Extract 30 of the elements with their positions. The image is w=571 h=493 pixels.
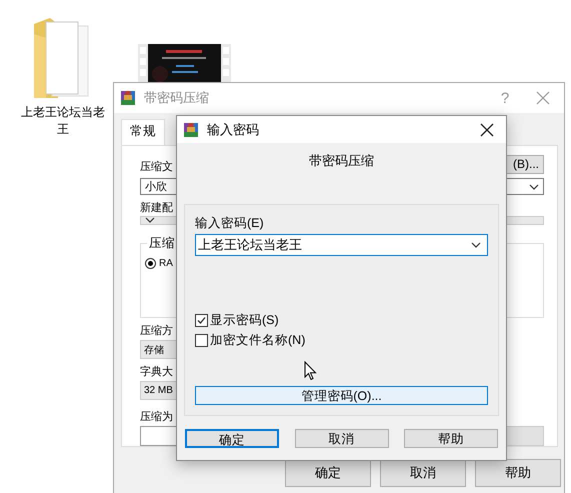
dialog-button[interactable]: 取消 [380, 459, 466, 487]
dialog-button[interactable]: 帮助 [404, 429, 498, 448]
checkbox[interactable] [195, 314, 208, 326]
dialog-button[interactable]: 帮助 [475, 459, 561, 487]
field-label: 压缩文 [140, 160, 173, 174]
dialog-heading: 带密码压缩 [308, 152, 375, 170]
dialog-button[interactable]: 确定 [185, 429, 279, 448]
password-field[interactable]: 上老王论坛当老王 [195, 234, 488, 256]
app-icon [183, 122, 199, 138]
manage-passwords-button[interactable]: 管理密码(O)... [195, 386, 488, 405]
field-label: 压缩为 [140, 410, 173, 424]
field-label: 压缩方 [140, 324, 173, 338]
cursor-icon [304, 361, 317, 381]
radio-label: RA [159, 258, 173, 269]
close-icon[interactable] [480, 122, 494, 136]
folder-label[interactable]: 上老王论坛当老王 [19, 104, 107, 138]
app-icon [120, 90, 136, 106]
field-label: 输入密码(E) [195, 215, 264, 232]
field-value: 小欣 [145, 180, 167, 194]
field-label: 字典大 [140, 365, 173, 379]
field-label: 新建配 [140, 201, 173, 215]
dialog-title: 输入密码 [207, 120, 260, 138]
tab[interactable]: 常规 [121, 119, 165, 145]
checkbox[interactable] [195, 334, 208, 346]
checkbox-label[interactable]: 显示密码(S) [210, 312, 279, 328]
checkbox-label[interactable]: 加密文件名称(N) [210, 332, 306, 348]
radio-button[interactable] [145, 258, 156, 269]
dialog-button[interactable]: 取消 [294, 429, 388, 448]
dialog-button[interactable]: 确定 [285, 459, 371, 487]
window-title: 带密码压缩 [144, 89, 210, 107]
